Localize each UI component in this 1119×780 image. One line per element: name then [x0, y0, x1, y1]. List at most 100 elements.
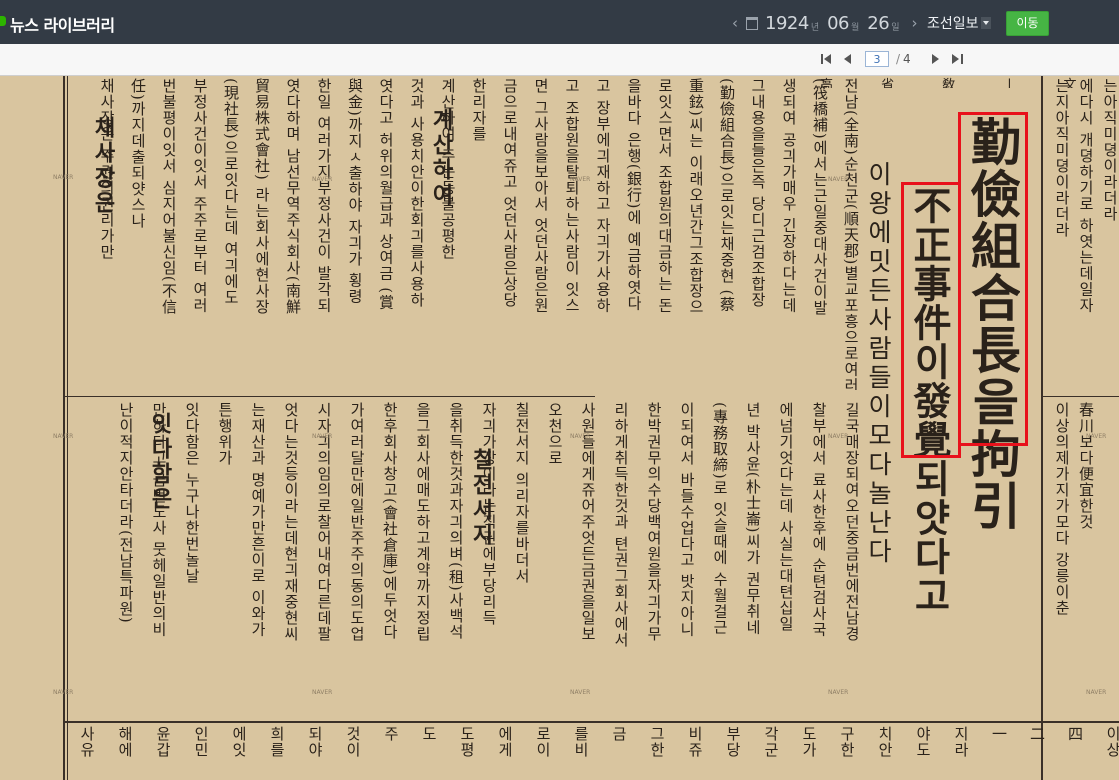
article-text-column: 이상의제가지가모다 강릉이춘 [1053, 402, 1071, 616]
article-text-column: 것과 사용치안이한회긔를사용하 [408, 78, 426, 308]
article-text-column: 한일 여러가지부정사건이 발각되 [315, 78, 333, 314]
page-number-input[interactable] [865, 51, 889, 67]
article-text-column: 도가 [800, 726, 818, 758]
watermark: NAVER [53, 433, 74, 440]
naver-logo-icon [0, 16, 6, 26]
watermark: NAVER [312, 176, 333, 183]
prev-date-button[interactable]: ‹ [728, 14, 742, 32]
last-page-button[interactable] [947, 51, 969, 67]
calendar-icon[interactable] [746, 16, 758, 30]
watermark: NAVER [570, 176, 591, 183]
prev-page-icon [844, 54, 851, 64]
column-rule [63, 76, 65, 780]
article-text-column: 春川보다便宜한것 [1077, 402, 1095, 530]
article-text-column: 칠전서지 의리자를바더서 [513, 402, 531, 584]
article-text-column: 구한 [838, 726, 856, 758]
article-text-column: 에넘기엇다는데 사실는대텬십일 [777, 402, 795, 632]
next-page-icon [931, 54, 939, 64]
article-text-column: 생되여 공긔가매우 긴장하다는데 [780, 78, 798, 314]
page-toolbar: / 4 [0, 44, 1119, 76]
article-text-column: 길국매장되여오던중금번에전남경 [843, 402, 861, 642]
section-rule [65, 396, 595, 397]
article-text-column: 만하다고 금번도사 뭇헤일반의비 [150, 402, 168, 638]
article-text-column: 에다시 개뎡하기로 하엿는데일자 [1077, 78, 1095, 314]
headline-highlight-box [958, 112, 1028, 446]
article-text-column: 인민 [192, 726, 210, 758]
article-text-column: 한리자를 [470, 78, 488, 142]
article-text-column: 엿다하며 남선무역주식회사(南鮮 [284, 78, 302, 315]
article-text-column: 그한 [648, 726, 666, 758]
article-text-column: 윤갑 [154, 726, 172, 758]
go-button[interactable]: 이동 [1006, 11, 1049, 36]
section-rule [1043, 396, 1119, 397]
article-text-column: 를비 [572, 726, 590, 758]
article-text-column: 치안 [876, 726, 894, 758]
article-text-column: 되야 [306, 726, 324, 758]
article-text-column: 지라 [952, 726, 970, 758]
article-text-column: 사유 [78, 726, 96, 758]
article-text-column: 주 [382, 726, 400, 742]
article-text-column: 을취득한것과자긔의벼(租)사백석 [447, 402, 465, 640]
article-text-column: 四 [1066, 726, 1084, 742]
watermark: NAVER [312, 433, 333, 440]
article-text-column: 사원들에게쥬어주엇든금권을일보 [579, 402, 597, 642]
article-text-column: 는아직미뎡이라더라 [1101, 78, 1119, 222]
article-text-column: 는재산과 명예가만흔이로 이와가 [249, 402, 267, 638]
article-text-column: 부정사건이잇서 주주로부터 여러 [191, 78, 209, 314]
article-text-column: 에잇 [230, 726, 248, 758]
app-title[interactable]: 뉴스 라이브러리 [10, 12, 115, 36]
newspaper-viewer[interactable]: 高 省 敎 ㅣ 文 勤儉組合長을拘引 不正事件이發覺되얏다고 이왕에밋든사람들이… [0, 76, 1119, 780]
day-value[interactable]: 26 [867, 13, 889, 34]
article-text-column: 오천으로 [546, 402, 564, 466]
article-text-column: 한박권무의수당백여원을자긔가무 [645, 402, 663, 642]
pager: / 4 [815, 51, 969, 67]
article-text-column: 가여러달만에일반주주의동의도업 [348, 402, 366, 642]
article-text-column: 계산하여 주는등불공평한 [439, 78, 457, 260]
year-value[interactable]: 1924 [765, 13, 809, 34]
article-text-column: (現社長)으로잇다는데 여긔에도 [222, 78, 240, 306]
next-page-button[interactable] [925, 51, 947, 67]
article-text-column: 부당 [724, 726, 742, 758]
chevron-down-icon [980, 17, 991, 29]
newspaper-select[interactable]: 조선일보 [927, 13, 991, 33]
article-text-column: 년 박사윤(朴士崙)씨가 권무취네 [744, 402, 762, 636]
article-text-column: 금으로내여쥬고 엇던사람은상당 [501, 78, 519, 308]
watermark: NAVER [53, 174, 74, 181]
watermark: NAVER [570, 433, 591, 440]
article-text-column: 이되여서 바들수업다고 밧지아니 [678, 402, 696, 638]
article-text-column: 도평 [458, 726, 476, 758]
first-page-icon [820, 54, 831, 64]
article-text-column: 貿易株式會社) 라는회사에현사장 [253, 78, 271, 315]
article-text-column: (專務取締)로 잇슬때에 수월걸근 [711, 402, 729, 636]
article-text-column: (筏橋補)에서는근일중대사건이발 [811, 78, 829, 316]
column-rule [1041, 76, 1043, 780]
article-text-column: 이상 [1104, 726, 1119, 758]
month-value[interactable]: 06 [827, 13, 849, 34]
watermark: NAVER [1086, 433, 1107, 440]
next-date-button[interactable]: › [907, 14, 921, 32]
page-separator: / [896, 52, 901, 66]
first-page-button[interactable] [815, 51, 837, 67]
article-text-column: 重鉉)씨는 이래오년간그조합장으 [687, 78, 705, 315]
day-unit: 일 [891, 22, 900, 33]
date-navigator: ‹ 1924 년 06 월 26 일 › [728, 10, 921, 36]
article-text-column: 난이적지안타더라(전남특파원) [117, 402, 135, 624]
total-pages: 4 [903, 52, 911, 66]
year-unit: 년 [810, 22, 820, 33]
article-text-column: 그내용을들은즉 당디근검조합장 [749, 78, 767, 308]
article-text-column: 二 [1028, 726, 1046, 742]
prev-page-button[interactable] [837, 51, 859, 67]
article-text-column: 튼행위가 [216, 402, 234, 466]
article-text-column: 고 장부에긔재하고 자긔가사용하 [594, 78, 612, 314]
article-text-column: 해에 [116, 726, 134, 758]
article-text-column: 을그회사에매도하고계약까지정립 [414, 402, 432, 642]
article-text-column: 도 [420, 726, 438, 742]
watermark: NAVER [570, 689, 591, 696]
last-page-icon [952, 54, 964, 64]
section-rule [65, 721, 1119, 723]
article-text-column: 면 그사람을보아서 엇던사람은원 [532, 78, 550, 314]
article-text-column: 번불평이잇서 심지어불신임(不信 [160, 78, 178, 315]
watermark: NAVER [828, 176, 849, 183]
watermark: NAVER [1086, 689, 1107, 696]
article-text-column: 엿다고 허위의월급과 상여금 (賞 [377, 78, 395, 311]
